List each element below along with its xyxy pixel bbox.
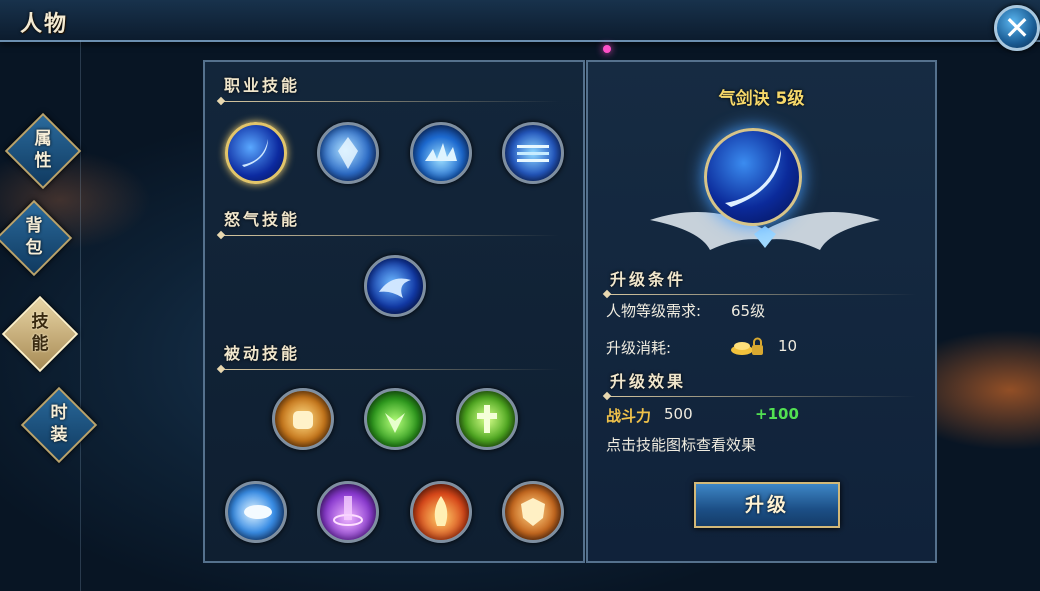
tab-attributes-label: 属 性 bbox=[34, 129, 52, 171]
hint-text: 点击技能图标查看效果 bbox=[606, 436, 757, 454]
selected-skill-name: 气剑诀 5级 bbox=[718, 89, 805, 109]
section-divider bbox=[220, 235, 560, 236]
power-gain: +100 bbox=[755, 405, 799, 423]
lightning-icon bbox=[425, 143, 457, 161]
skill-lightning-burst[interactable] bbox=[410, 122, 472, 184]
wind-slash-icon bbox=[517, 145, 549, 162]
skill-rage-dragon[interactable] bbox=[364, 255, 426, 317]
upgrade-cost-label: 升级消耗: bbox=[606, 339, 672, 357]
fire-icon bbox=[434, 496, 448, 526]
gale-icon bbox=[244, 505, 272, 519]
leaf-icon bbox=[385, 413, 405, 433]
skill-inferno[interactable] bbox=[410, 481, 472, 543]
fist-icon bbox=[293, 411, 313, 429]
tab-bag-label: 背 包 bbox=[25, 216, 43, 258]
upgrade-effect-title: 升级效果 bbox=[610, 372, 687, 391]
passive-skills-title: 被动技能 bbox=[224, 344, 301, 363]
shield-icon bbox=[521, 498, 545, 526]
crystal-icon bbox=[338, 137, 358, 169]
tab-skills-label: 技 能 bbox=[31, 312, 49, 354]
magic-circle-icon bbox=[333, 496, 363, 526]
profession-skills-title: 职业技能 bbox=[224, 76, 301, 95]
close-button[interactable]: ✕ bbox=[994, 5, 1040, 51]
dragon-icon bbox=[379, 278, 411, 298]
skill-gale-strike[interactable] bbox=[225, 481, 287, 543]
sword-qi-large-icon bbox=[725, 149, 781, 207]
skill-arcane-circle[interactable] bbox=[317, 481, 379, 543]
page-title: 人物 bbox=[20, 11, 69, 37]
locked-gold-icon bbox=[731, 337, 763, 355]
skill-holy-cross[interactable] bbox=[456, 388, 518, 450]
section-divider bbox=[606, 294, 916, 295]
level-requirement-value: 65级 bbox=[731, 302, 766, 320]
sword-qi-icon bbox=[242, 139, 268, 167]
power-value: 500 bbox=[664, 405, 693, 423]
upgrade-button[interactable]: 升级 bbox=[694, 482, 840, 528]
upgrade-conditions-title: 升级条件 bbox=[610, 270, 687, 289]
upgrade-button-label: 升级 bbox=[744, 494, 789, 516]
skill-wind-slash[interactable] bbox=[502, 122, 564, 184]
section-divider bbox=[220, 101, 560, 102]
skill-golden-shield[interactable] bbox=[502, 481, 564, 543]
skill-iron-fist[interactable] bbox=[272, 388, 334, 450]
skill-crystal-blade[interactable] bbox=[317, 122, 379, 184]
section-divider bbox=[606, 396, 916, 397]
rage-skills-title: 怒气技能 bbox=[224, 210, 301, 229]
level-requirement-label: 人物等级需求: bbox=[606, 302, 702, 320]
skill-sword-qi[interactable] bbox=[225, 122, 287, 184]
sparkle-decoration bbox=[603, 45, 611, 53]
tab-fashion-label: 时 装 bbox=[50, 403, 68, 445]
selected-skill-icon bbox=[704, 128, 802, 226]
skill-nature-bloom[interactable] bbox=[364, 388, 426, 450]
close-icon: ✕ bbox=[1003, 9, 1031, 47]
upgrade-cost-value: 10 bbox=[778, 337, 798, 355]
cross-icon bbox=[477, 405, 497, 433]
top-bar bbox=[0, 0, 1040, 42]
section-divider bbox=[220, 369, 560, 370]
power-label: 战斗力 bbox=[606, 407, 652, 425]
